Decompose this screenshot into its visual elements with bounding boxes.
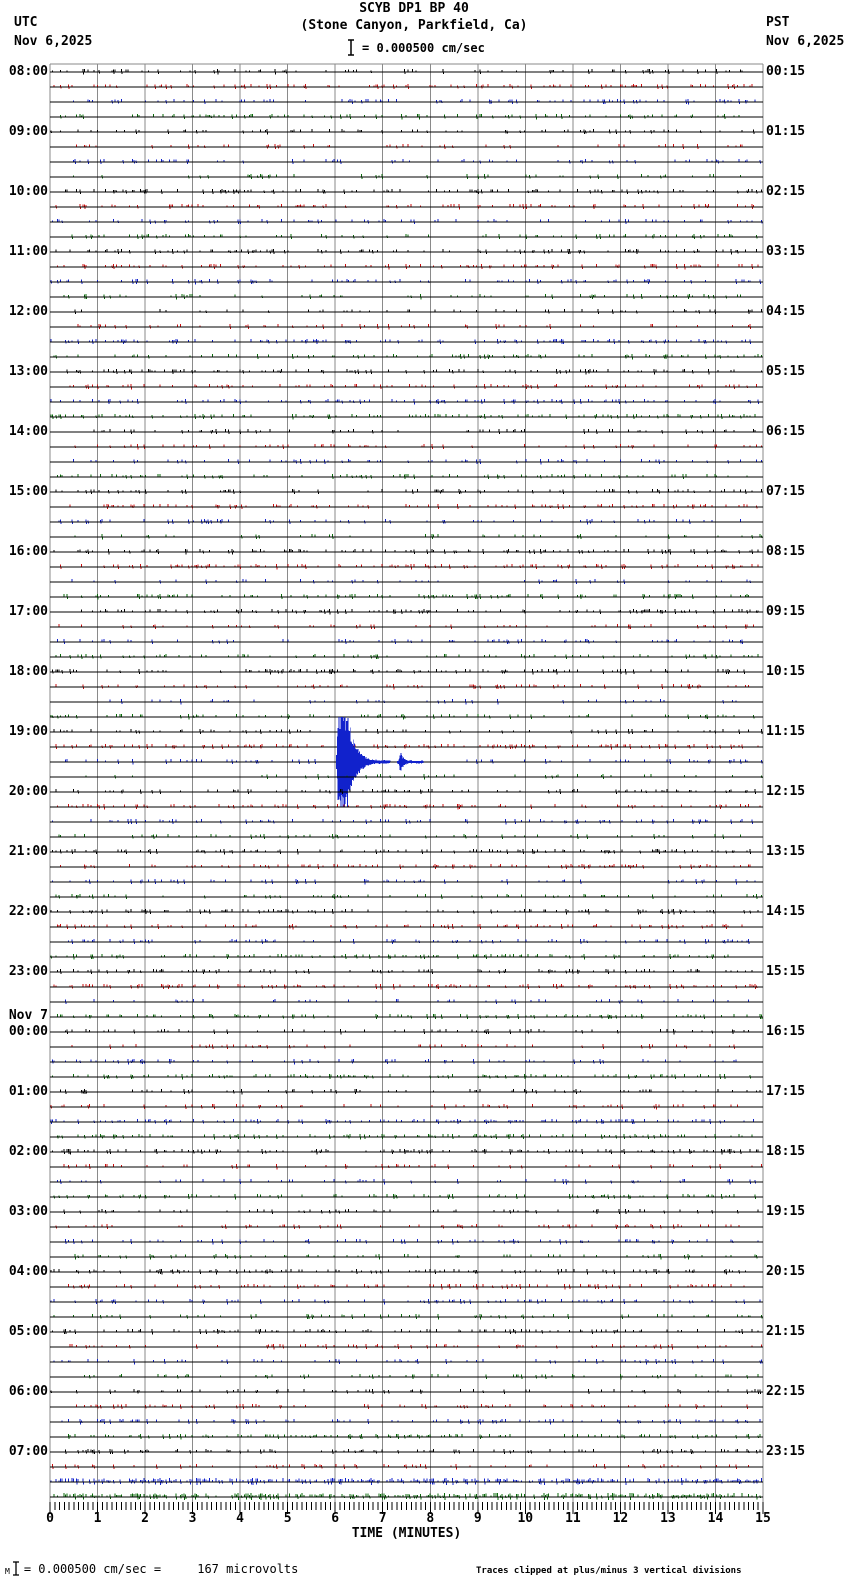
- utc-hour-label: 08:00: [8, 64, 48, 79]
- x-axis-tick-label: 11: [565, 1511, 581, 1526]
- utc-hour-label: 01:00: [8, 1084, 48, 1099]
- utc-hour-label: 14:00: [8, 424, 48, 439]
- x-axis-tick-label: 14: [707, 1511, 724, 1526]
- utc-hour-label: 11:00: [8, 244, 48, 259]
- pst-hour-label: 11:15: [766, 724, 806, 739]
- pst-hour-label: 02:15: [766, 184, 806, 199]
- x-axis-tick-label: 13: [660, 1511, 676, 1526]
- pst-hour-label: 18:15: [766, 1144, 806, 1159]
- x-axis-tick-label: 0: [46, 1511, 54, 1526]
- utc-hour-label: 21:00: [8, 844, 48, 859]
- utc-hour-label: 02:00: [8, 1144, 48, 1159]
- utc-hour-label: 19:00: [8, 724, 48, 739]
- pst-hour-label: 04:15: [766, 304, 806, 319]
- pst-hour-label: 16:15: [766, 1024, 806, 1039]
- footer-scale-note: M = 0.000500 cm/sec = 167 microvolts: [5, 1561, 298, 1577]
- clip-note: Traces clipped at plus/minus 3 vertical …: [476, 1566, 742, 1576]
- x-axis-tick-label: 8: [426, 1511, 435, 1526]
- pst-hour-label: 08:15: [766, 544, 806, 559]
- x-axis-tick-label: 3: [188, 1511, 197, 1526]
- footer-scale-text: = 0.000500 cm/sec = 167 microvolts: [23, 1562, 299, 1576]
- footer-scale-bar-icon: [12, 1561, 19, 1576]
- pst-hour-label: 14:15: [766, 904, 806, 919]
- utc-hour-label: 20:00: [8, 784, 48, 799]
- utc-hour-label: 17:00: [8, 604, 48, 619]
- utc-hour-label: 09:00: [8, 124, 48, 139]
- x-axis-tick-label: 10: [517, 1511, 534, 1526]
- utc-hour-label: 06:00: [8, 1384, 48, 1399]
- pst-hour-label: 06:15: [766, 424, 806, 439]
- x-axis-tick-label: 5: [283, 1511, 292, 1526]
- utc-hour-label: 22:00: [8, 904, 48, 919]
- pst-hour-label: 03:15: [766, 244, 806, 259]
- pst-hour-label: 15:15: [766, 964, 806, 979]
- x-axis-tick-label: 4: [236, 1511, 244, 1526]
- pst-hour-label: 17:15: [766, 1084, 806, 1099]
- utc-hour-label: 10:00: [8, 184, 48, 199]
- utc-hour-label: 16:00: [8, 544, 48, 559]
- seismogram-plot: [49, 63, 764, 1514]
- utc-hour-label: 13:00: [8, 364, 48, 379]
- utc-hour-label: 15:00: [8, 484, 48, 499]
- pst-hour-label: 13:15: [766, 844, 806, 859]
- pst-hour-label: 09:15: [766, 604, 806, 619]
- pst-hour-label: 00:15: [766, 64, 806, 79]
- utc-hour-label: 03:00: [8, 1204, 48, 1219]
- utc-hour-label: 07:00: [8, 1444, 48, 1459]
- x-axis-tick-label: 1: [93, 1511, 102, 1526]
- utc-hour-label: 05:00: [8, 1324, 48, 1339]
- helicorder-page: SCYB DP1 BP 40 (Stone Canyon, Parkfield,…: [0, 0, 850, 1584]
- day-break-label: Nov 7: [8, 1008, 48, 1023]
- pst-hour-label: 01:15: [766, 124, 806, 139]
- utc-hour-label: 23:00: [8, 964, 48, 979]
- pst-hour-label: 20:15: [766, 1264, 806, 1279]
- pst-hour-label: 05:15: [766, 364, 806, 379]
- pst-hour-label: 22:15: [766, 1384, 806, 1399]
- x-axis-tick-label: 9: [473, 1511, 482, 1526]
- utc-hour-label: 00:00: [8, 1024, 48, 1039]
- pst-hour-label: 07:15: [766, 484, 806, 499]
- utc-hour-label: 12:00: [8, 304, 48, 319]
- pst-hour-label: 19:15: [766, 1204, 806, 1219]
- utc-hour-label: 18:00: [8, 664, 48, 679]
- x-axis-tick-label: 7: [378, 1511, 387, 1526]
- x-axis-tick-label: 2: [141, 1511, 149, 1526]
- x-axis-tick-label: 6: [331, 1511, 340, 1526]
- footer-m-glyph: M: [5, 1567, 10, 1576]
- utc-hour-label: 04:00: [8, 1264, 48, 1279]
- pst-hour-label: 12:15: [766, 784, 806, 799]
- x-axis-tick-label: 12: [612, 1511, 629, 1526]
- pst-hour-label: 21:15: [766, 1324, 806, 1339]
- x-axis-title: TIME (MINUTES): [351, 1526, 462, 1541]
- pst-hour-label: 23:15: [766, 1444, 806, 1459]
- pst-hour-label: 10:15: [766, 664, 806, 679]
- x-axis-tick-label: 15: [755, 1511, 771, 1526]
